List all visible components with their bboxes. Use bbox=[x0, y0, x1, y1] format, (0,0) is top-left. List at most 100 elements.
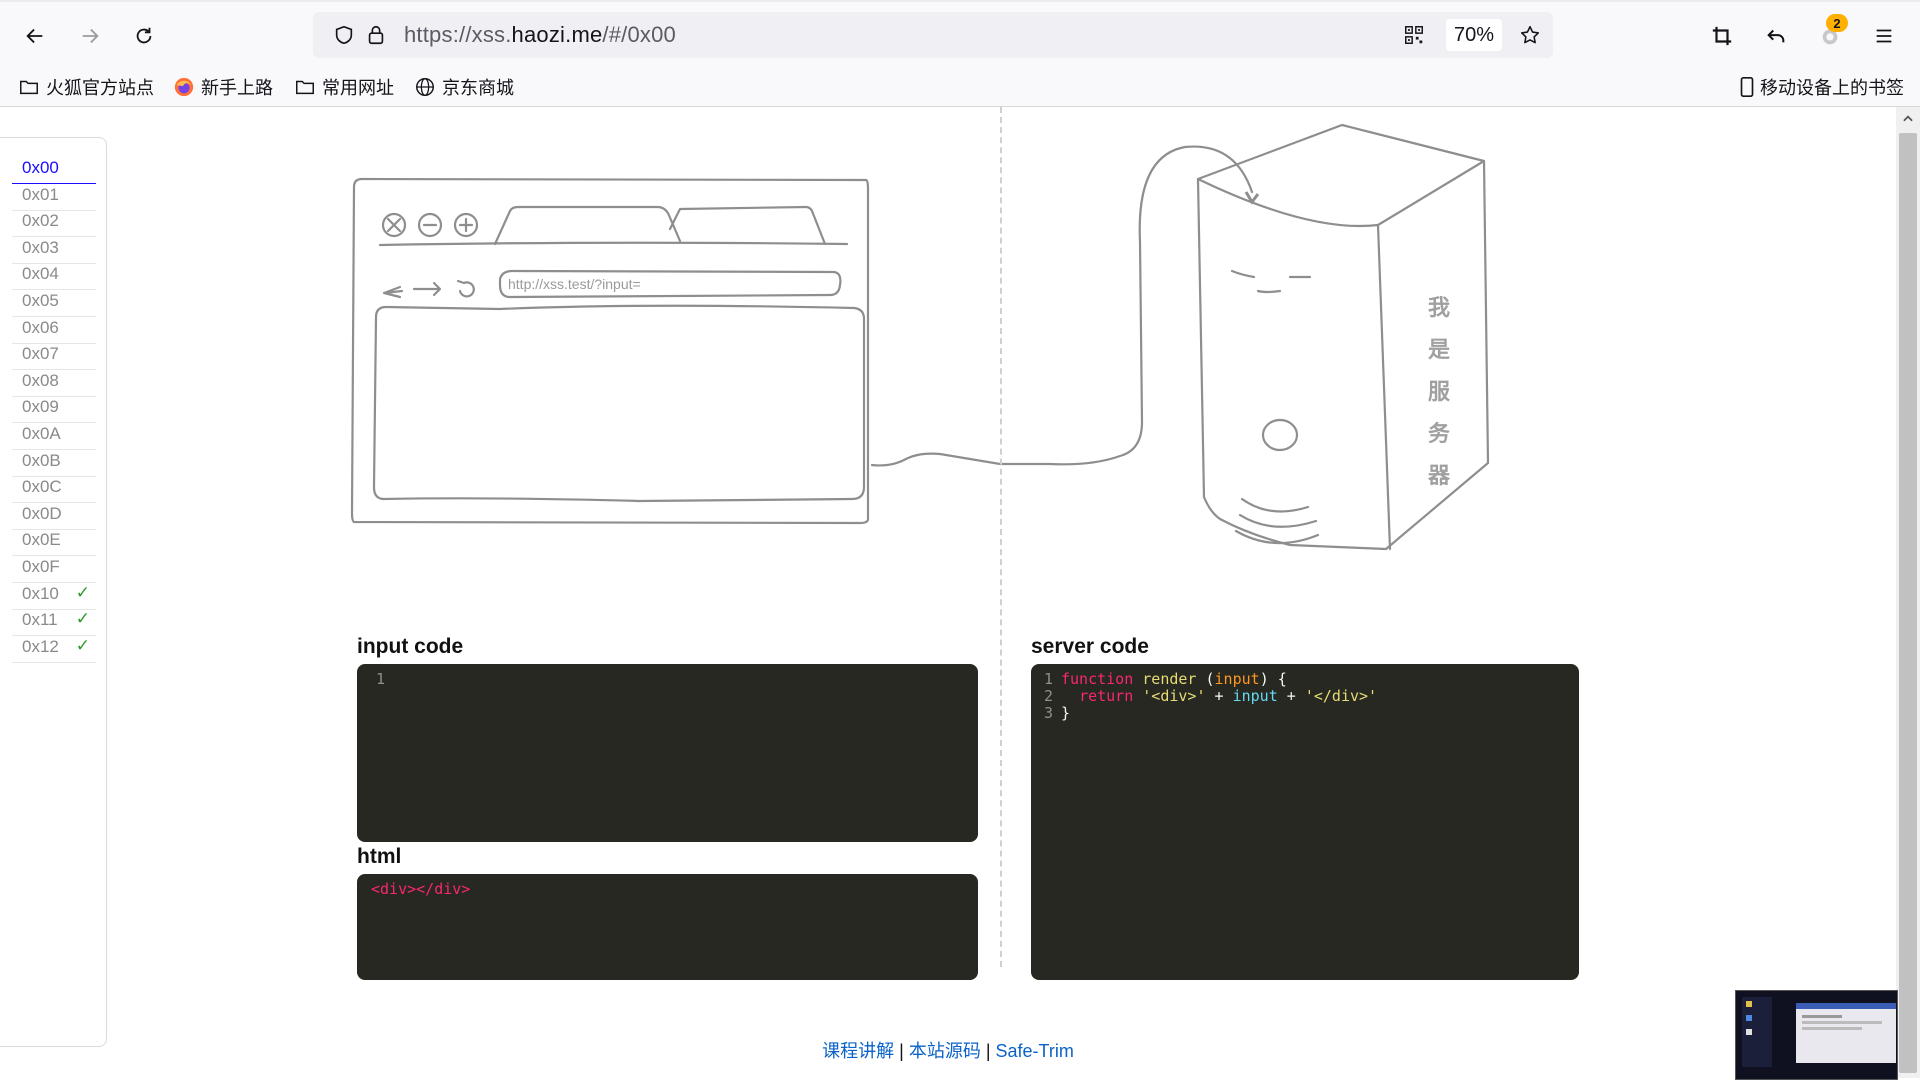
level-label: 0x06 bbox=[22, 317, 59, 337]
code-token: input bbox=[1214, 670, 1260, 688]
level-label: 0x04 bbox=[22, 264, 59, 284]
line-number: 2 bbox=[1043, 687, 1053, 705]
bookmark-label: 火狐官方站点 bbox=[46, 78, 154, 98]
firefox-icon bbox=[174, 77, 194, 97]
bookmark-item[interactable]: 京东商城 bbox=[414, 72, 514, 102]
level-label: 0x0C bbox=[22, 477, 62, 497]
bookmarks-bar: 火狐官方站点 新手上路 常用网址 京东商城 移动设备上的书签 bbox=[0, 68, 1920, 107]
level-label: 0x02 bbox=[22, 211, 59, 231]
scroll-up-button[interactable] bbox=[1896, 107, 1920, 131]
reload-button[interactable] bbox=[124, 16, 164, 56]
url-text[interactable]: https://xss.haozi.me/#/0x00 bbox=[404, 22, 676, 48]
server-char: 器 bbox=[1427, 464, 1451, 489]
window-preview-thumbnail[interactable] bbox=[1735, 990, 1898, 1080]
level-item-0x12[interactable]: 0x12 ✓ bbox=[12, 631, 96, 663]
url-prefix: https://xss. bbox=[404, 22, 512, 47]
preview-image bbox=[1736, 991, 1897, 1079]
safe-trim-link[interactable]: Safe-Trim bbox=[996, 1041, 1074, 1061]
browser-toolbar: https://xss.haozi.me/#/0x00 70% 2 bbox=[0, 0, 1920, 68]
code-token: '</div>' bbox=[1304, 687, 1378, 705]
bookmark-label: 京东商城 bbox=[442, 78, 514, 98]
server-char: 我 bbox=[1428, 296, 1450, 321]
scroll-thumb[interactable] bbox=[1899, 133, 1917, 1073]
page-scrollbar[interactable] bbox=[1896, 107, 1920, 1078]
server-char: 务 bbox=[1428, 422, 1451, 447]
course-link[interactable]: 课程讲解 bbox=[822, 1041, 894, 1061]
code-token: } bbox=[1061, 704, 1071, 722]
code-token: '<div>' bbox=[1142, 687, 1206, 705]
html-output-line: <div></div> bbox=[371, 880, 470, 900]
input-code-title: input code bbox=[357, 635, 464, 658]
shield-icon[interactable] bbox=[333, 24, 355, 46]
line-number: 3 bbox=[1043, 704, 1053, 722]
line-number: 1 bbox=[375, 670, 385, 688]
level-label: 0x0A bbox=[22, 424, 61, 443]
code-token: + bbox=[1277, 687, 1305, 705]
level-label: 0x03 bbox=[22, 237, 59, 257]
level-label: 0x12 bbox=[22, 636, 59, 656]
code-token: ( bbox=[1196, 670, 1215, 688]
server-code-line: 3} bbox=[1031, 704, 1070, 724]
server-sketch: 我 是 服 务 器 bbox=[1196, 123, 1490, 551]
html-title: html bbox=[357, 845, 402, 868]
check-icon: ✓ bbox=[75, 635, 90, 655]
level-label: 0x00 bbox=[22, 158, 59, 177]
code-token: return bbox=[1079, 687, 1134, 705]
code-token: input bbox=[1232, 687, 1278, 705]
qr-code-icon[interactable] bbox=[1403, 24, 1425, 46]
level-nav: 0x00 0x01 0x02 0x03 0x04 0x05 0x06 0x07 0x08 0x09… bbox=[0, 137, 107, 1047]
section-divider bbox=[1000, 107, 1002, 967]
server-code-title: server code bbox=[1031, 635, 1149, 658]
back-button[interactable] bbox=[15, 16, 55, 56]
mobile-device-icon bbox=[1740, 77, 1754, 97]
folder-icon bbox=[20, 80, 38, 95]
code-token: render bbox=[1142, 670, 1197, 688]
editor-line: 1 bbox=[357, 670, 393, 690]
arrow-left-icon bbox=[26, 28, 43, 44]
url-suffix: /#/0x00 bbox=[602, 22, 676, 47]
bookmark-label: 常用网址 bbox=[322, 78, 394, 98]
bookmark-item[interactable]: 常用网址 bbox=[294, 72, 394, 102]
zoom-indicator[interactable]: 70% bbox=[1446, 19, 1502, 51]
browser-sketch: http://xss.test/?input= bbox=[350, 177, 870, 525]
level-label: 0x0B bbox=[22, 450, 61, 470]
check-icon: ✓ bbox=[75, 582, 90, 602]
hamburger-menu-icon bbox=[1876, 29, 1892, 43]
undo-button[interactable] bbox=[1756, 16, 1796, 56]
level-label: 0x07 bbox=[22, 344, 59, 364]
source-link[interactable]: 本站源码 bbox=[909, 1041, 981, 1061]
server-char: 是 bbox=[1428, 338, 1450, 363]
screenshot-button[interactable] bbox=[1702, 16, 1742, 56]
line-number: 1 bbox=[1043, 670, 1053, 688]
level-label: 0x0E bbox=[22, 530, 61, 550]
level-label: 0x09 bbox=[22, 397, 59, 417]
undo-icon bbox=[1767, 29, 1785, 43]
level-label: 0x01 bbox=[22, 184, 59, 204]
globe-icon bbox=[416, 78, 434, 96]
check-icon: ✓ bbox=[75, 609, 90, 629]
level-label: 0x0F bbox=[22, 557, 60, 576]
bookmark-item[interactable]: 新手上路 bbox=[173, 72, 273, 102]
html-output-box: <div></div> bbox=[357, 874, 978, 980]
mobile-bookmarks[interactable]: 移动设备上的书签 bbox=[1736, 72, 1904, 102]
crop-icon bbox=[1712, 26, 1732, 46]
page-viewport: 0x00 0x01 0x02 0x03 0x04 0x05 0x06 0x07 0x08 0x09… bbox=[0, 107, 1896, 1078]
footer-separator: | bbox=[980, 1041, 996, 1061]
forward-button[interactable] bbox=[70, 16, 110, 56]
level-label: 0x05 bbox=[22, 291, 59, 310]
url-bar[interactable]: https://xss.haozi.me/#/0x00 70% bbox=[313, 12, 1553, 58]
level-label: 0x0D bbox=[22, 503, 62, 523]
bookmark-item[interactable]: 火狐官方站点 bbox=[18, 72, 154, 102]
extensions-badge: 2 bbox=[1826, 14, 1848, 32]
bookmark-star-icon[interactable] bbox=[1519, 24, 1541, 46]
menu-button[interactable] bbox=[1864, 16, 1904, 56]
url-domain: haozi.me bbox=[511, 22, 603, 47]
lock-icon[interactable] bbox=[365, 24, 387, 46]
code-token: + bbox=[1205, 687, 1233, 705]
code-token: ) { bbox=[1259, 670, 1287, 688]
input-code-editor[interactable]: 1 bbox=[357, 664, 978, 842]
chevron-up-icon bbox=[1903, 115, 1913, 122]
